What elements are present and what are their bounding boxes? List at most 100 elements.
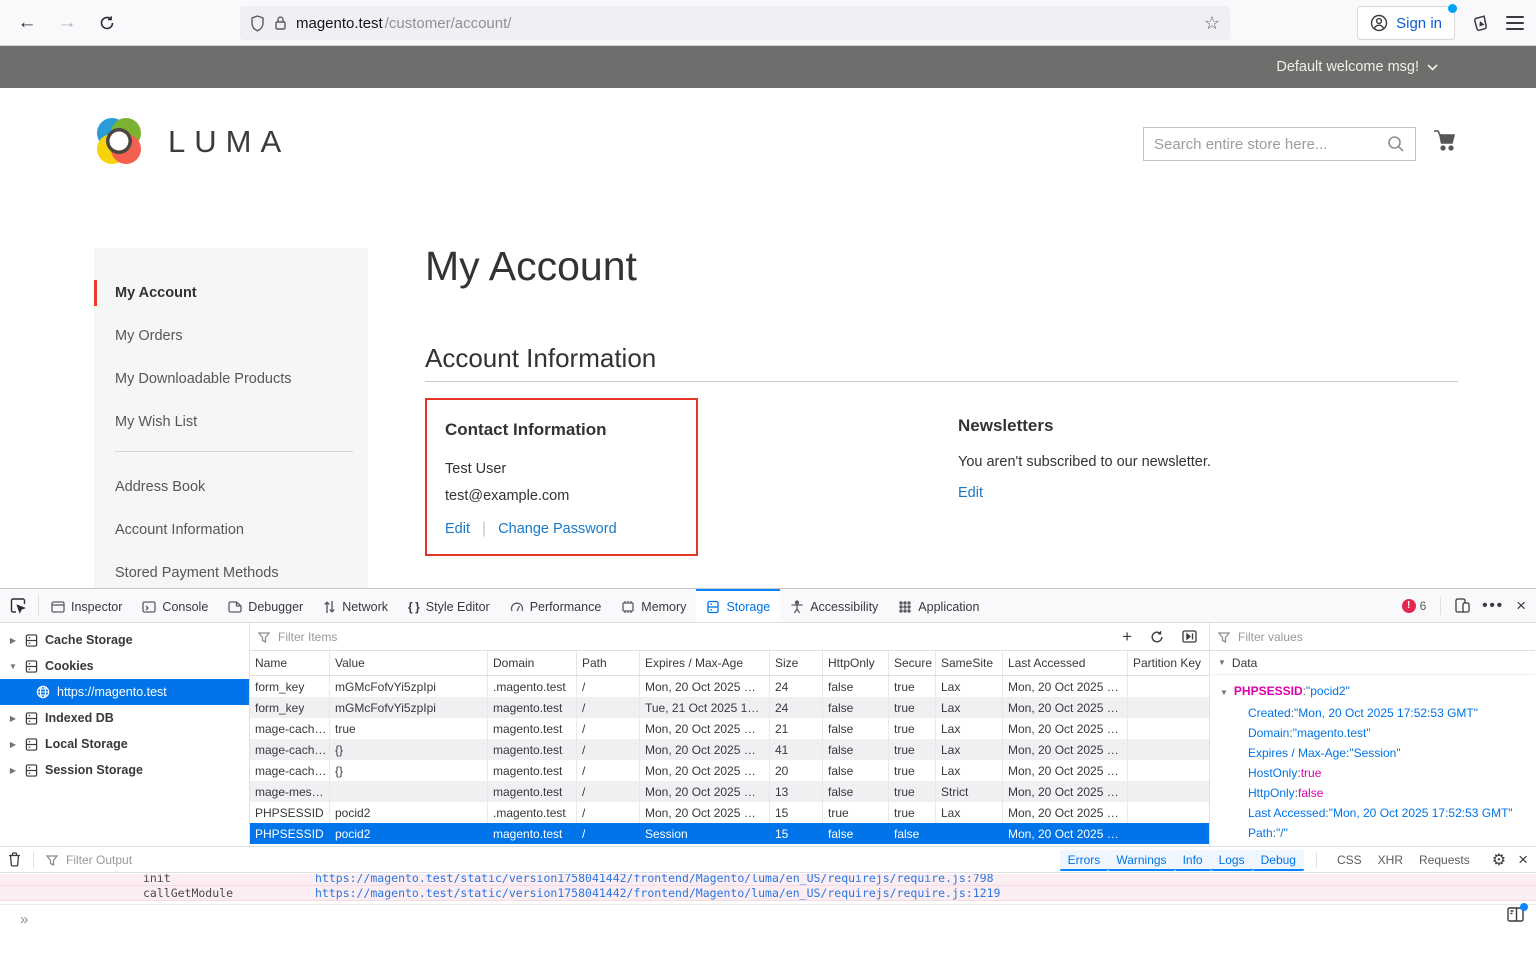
tree-item-cookies[interactable]: ▼ Cookies <box>0 653 249 679</box>
edit-contact-link[interactable]: Edit <box>445 521 470 537</box>
cookie-row[interactable]: mage-cach…truemagento.test/Mon, 20 Oct 2… <box>250 718 1210 739</box>
log-source-link[interactable]: https://magento.test/static/version17580… <box>315 886 1000 900</box>
console-input-row[interactable]: » <box>0 904 1536 934</box>
tab-inspector[interactable]: Inspector <box>41 589 132 622</box>
filter-values-bar[interactable]: Filter values <box>1210 623 1535 651</box>
extensions-icon[interactable] <box>1471 13 1490 33</box>
edit-newsletters-link[interactable]: Edit <box>958 485 983 501</box>
refresh-items-icon[interactable] <box>1145 630 1169 644</box>
luma-logo-icon <box>90 113 148 171</box>
console-filter-errors[interactable]: Errors <box>1060 850 1109 871</box>
cookie-row[interactable]: mage-cach…{}magento.test/Mon, 20 Oct 202… <box>250 739 1210 760</box>
console-sidebar-toggle-icon[interactable] <box>1507 907 1524 925</box>
chevron-down-icon[interactable] <box>1427 64 1438 71</box>
welcome-message[interactable]: Default welcome msg! <box>1276 59 1419 75</box>
cookie-row[interactable]: mage-cach…{}magento.test/Mon, 20 Oct 202… <box>250 760 1210 781</box>
sidebar-item-my-account[interactable]: My Account <box>94 276 368 310</box>
sidebar-item-stored-payment-methods[interactable]: Stored Payment Methods <box>94 556 368 588</box>
cookie-cell: pocid2 <box>330 823 488 844</box>
cookie-table-header[interactable]: NameValueDomainPathExpires / Max-AgeSize… <box>250 651 1210 676</box>
cookie-row[interactable]: mage-mes…magento.test/Mon, 20 Oct 2025 …… <box>250 781 1210 802</box>
url-bar[interactable]: magento.test/customer/account/ ☆ <box>240 6 1230 40</box>
meatball-menu-icon[interactable]: ••• <box>1482 597 1504 614</box>
cart-button[interactable] <box>1432 128 1458 157</box>
clear-console-icon[interactable] <box>8 852 21 867</box>
tab-debugger[interactable]: Debugger <box>218 589 313 622</box>
console-filter-warnings[interactable]: Warnings <box>1108 850 1174 871</box>
back-icon[interactable]: ← <box>10 6 44 40</box>
cookie-cell <box>1128 718 1210 739</box>
console-filter-logs[interactable]: Logs <box>1211 850 1253 871</box>
sidebar-item-my-downloadable-products[interactable]: My Downloadable Products <box>94 362 368 396</box>
signin-button[interactable]: Sign in <box>1357 6 1455 40</box>
tab-application[interactable]: Application <box>888 589 989 622</box>
close-devtools-icon[interactable]: × <box>1516 596 1526 616</box>
console-filter-requests[interactable]: Requests <box>1411 850 1478 869</box>
column-header[interactable]: Name <box>250 651 330 675</box>
tab-console[interactable]: Console <box>132 589 218 622</box>
sidebar-item-address-book[interactable]: Address Book <box>94 470 368 504</box>
console-log-row[interactable]: callGetModulehttps://magento.test/static… <box>0 886 1536 901</box>
column-header[interactable]: Last Accessed <box>1003 651 1128 675</box>
cookie-detail-root[interactable]: ▼ PHPSESSID:"pocid2" <box>1220 681 1535 703</box>
console-filter-xhr[interactable]: XHR <box>1370 850 1411 869</box>
tree-item-session-storage[interactable]: ▶ Session Storage <box>0 757 249 783</box>
cookie-row[interactable]: form_keymGMcFofvYi5zpIpi.magento.test/Mo… <box>250 676 1210 697</box>
search-icon[interactable] <box>1387 135 1405 153</box>
column-header[interactable]: Secure <box>889 651 936 675</box>
sidebar-item-my-wish-list[interactable]: My Wish List <box>94 405 368 439</box>
cookie-row[interactable]: PHPSESSIDpocid2magento.test/Session15fal… <box>250 823 1210 844</box>
column-header[interactable]: Partition Key <box>1128 651 1210 675</box>
tab-performance[interactable]: Performance <box>500 589 612 622</box>
responsive-design-icon[interactable] <box>1455 598 1470 613</box>
cookie-cell: Mon, 20 Oct 2025 … <box>640 739 770 760</box>
log-source-link[interactable]: https://magento.test/static/version17580… <box>315 874 994 885</box>
console-log-row[interactable]: inithttps://magento.test/static/version1… <box>0 874 1536 886</box>
tab-memory[interactable]: Memory <box>611 589 696 622</box>
luma-logo[interactable]: LUMA <box>90 113 290 171</box>
search-box[interactable] <box>1143 127 1416 161</box>
filter-items-bar[interactable]: Filter Items + <box>250 623 1210 651</box>
tab-storage[interactable]: Storage <box>696 589 780 622</box>
sidebar-item-my-orders[interactable]: My Orders <box>94 319 368 353</box>
tab-style-editor[interactable]: { } Style Editor <box>398 589 500 622</box>
tree-item-indexed-db[interactable]: ▶ Indexed DB <box>0 705 249 731</box>
shield-icon[interactable] <box>250 15 265 32</box>
cookie-cell: Mon, 20 Oct 2025 … <box>1003 760 1128 781</box>
tree-item-origin-magento-test[interactable]: https://magento.test <box>0 679 249 705</box>
reload-icon[interactable] <box>90 6 124 40</box>
column-header[interactable]: Domain <box>488 651 577 675</box>
menu-icon[interactable] <box>1506 16 1524 30</box>
cookie-row[interactable]: form_keymGMcFofvYi5zpIpimagento.test/Tue… <box>250 697 1210 718</box>
console-filter-css[interactable]: CSS <box>1329 850 1370 869</box>
cookie-row[interactable]: PHPSESSIDpocid2.magento.test/Mon, 20 Oct… <box>250 802 1210 823</box>
change-password-link[interactable]: Change Password <box>498 521 617 537</box>
tab-network[interactable]: Network <box>313 589 398 622</box>
error-icon: ! <box>1402 599 1416 613</box>
tree-item-cache-storage[interactable]: ▶ Cache Storage <box>0 627 249 653</box>
error-count-badge[interactable]: ! 6 <box>1402 599 1427 613</box>
column-header[interactable]: Path <box>577 651 640 675</box>
column-header[interactable]: Size <box>770 651 823 675</box>
column-header[interactable]: HttpOnly <box>823 651 889 675</box>
pick-element-icon[interactable] <box>0 589 36 622</box>
bookmark-star-icon[interactable]: ☆ <box>1204 13 1220 34</box>
cookie-cell: mGMcFofvYi5zpIpi <box>330 676 488 697</box>
data-section-header[interactable]: ▼ Data <box>1210 651 1535 675</box>
search-input[interactable] <box>1154 136 1387 153</box>
tab-accessibility[interactable]: Accessibility <box>780 589 888 622</box>
variables-view-toggle-icon[interactable] <box>1177 630 1202 643</box>
column-header[interactable]: Expires / Max-Age <box>640 651 770 675</box>
column-header[interactable]: SameSite <box>936 651 1003 675</box>
console-settings-icon[interactable]: ⚙ <box>1492 850 1506 870</box>
add-item-icon[interactable]: + <box>1117 627 1137 647</box>
column-header[interactable]: Value <box>330 651 488 675</box>
console-filter-info[interactable]: Info <box>1175 850 1211 871</box>
console-filter-debug[interactable]: Debug <box>1253 850 1304 871</box>
contact-information-title: Contact Information <box>445 420 678 440</box>
forward-icon[interactable]: → <box>50 6 84 40</box>
tree-item-local-storage[interactable]: ▶ Local Storage <box>0 731 249 757</box>
sidebar-item-account-information[interactable]: Account Information <box>94 513 368 547</box>
close-console-icon[interactable]: × <box>1518 850 1528 870</box>
contact-name: Test User <box>445 456 678 483</box>
